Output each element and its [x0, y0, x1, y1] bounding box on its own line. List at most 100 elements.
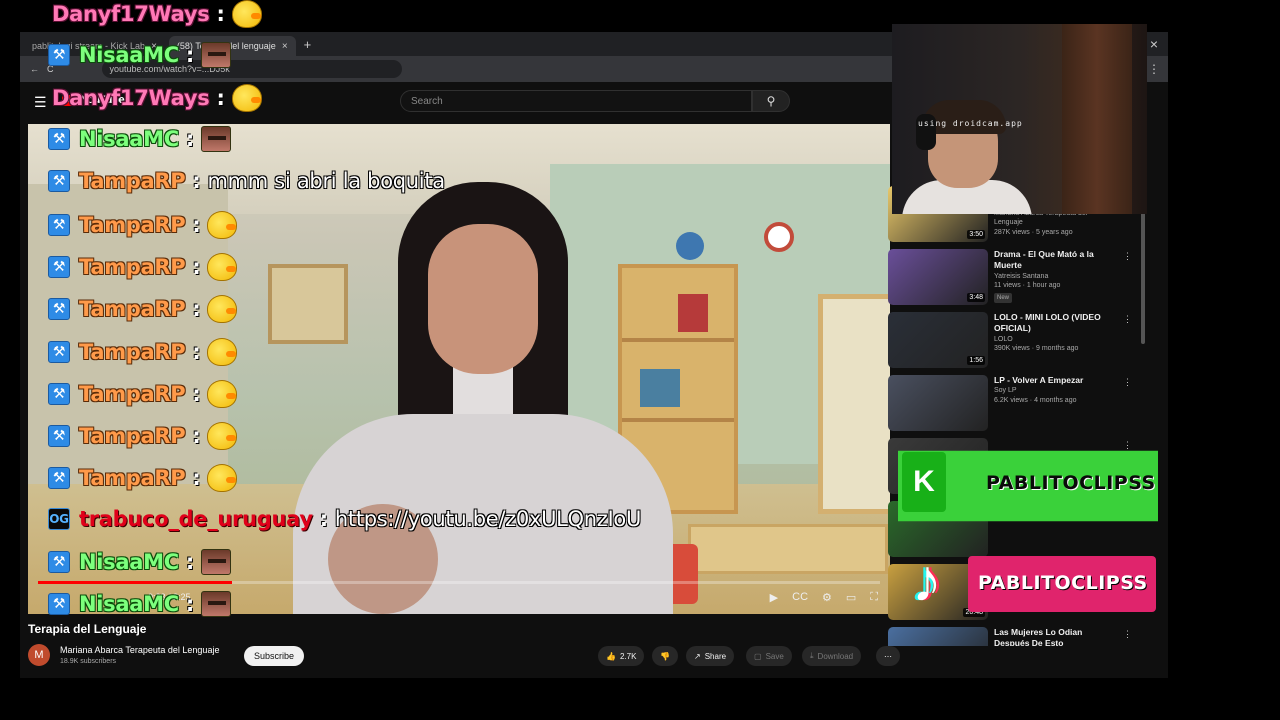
- face-emote-icon: [200, 42, 231, 68]
- recommendation-title[interactable]: LOLO - MINI LOLO (VIDEO OFICIAL): [994, 312, 1118, 335]
- video-thumbnail[interactable]: [888, 375, 988, 431]
- more-vert-icon[interactable]: ⋮: [1123, 251, 1132, 262]
- chat-username[interactable]: TampaRP: [79, 424, 186, 448]
- chat-separator: :: [192, 255, 201, 279]
- chat-message: ⚒ NisaaMC:: [48, 126, 231, 152]
- chat-username[interactable]: TampaRP: [79, 255, 186, 279]
- face-emote-icon: [200, 126, 231, 152]
- recommendation-info: LP - Volver A Empezar Soy LP 6.2K views · …: [994, 375, 1134, 438]
- recommendation-channel[interactable]: LOLO: [994, 335, 1118, 344]
- video-duration: 1:56: [967, 356, 985, 365]
- chat-username[interactable]: TampaRP: [79, 340, 186, 364]
- duck-emote-icon: [207, 464, 238, 492]
- chat-separator: :: [192, 169, 201, 193]
- recommendation-title[interactable]: Las Mujeres Lo Odian Después De Esto: [994, 627, 1118, 646]
- chat-username[interactable]: NisaaMC: [79, 592, 179, 616]
- og-badge-icon: OG: [48, 508, 70, 530]
- chat-separator: :: [192, 382, 201, 406]
- chat-username[interactable]: TampaRP: [79, 466, 186, 490]
- recommendation-channel[interactable]: Soy LP: [994, 386, 1118, 395]
- duck-emote-icon: [207, 295, 238, 323]
- chat-message: OG trabuco_de_uruguay: https://youtu.be/z0…: [48, 507, 641, 531]
- chat-text: https://youtu.be/z0xULQnzIoU: [334, 507, 642, 531]
- window-close-button[interactable]: ×: [1150, 36, 1158, 52]
- more-vert-icon[interactable]: ⋮: [1123, 377, 1132, 388]
- chat-overlay: Danyf17Ways: ⚒ NisaaMC: Danyf17Ways: ⚒ NisaaM…: [0, 0, 900, 700]
- face-emote-icon: [200, 549, 231, 575]
- chat-separator: :: [192, 213, 201, 237]
- moderator-hammer-icon: ⚒: [48, 44, 70, 66]
- recommendation-item[interactable]: LP - Volver A Empezar Soy LP 6.2K views · …: [888, 375, 1134, 438]
- recommendation-info: LOLO - MINI LOLO (VIDEO OFICIAL) LOLO 390K…: [994, 312, 1134, 375]
- moderator-hammer-icon: ⚒: [48, 593, 70, 615]
- chat-username[interactable]: NisaaMC: [79, 43, 179, 67]
- video-thumbnail[interactable]: 1:56: [888, 312, 988, 368]
- chat-separator: :: [319, 507, 328, 531]
- webcam-door: [1062, 24, 1132, 214]
- tiktok-logo-icon: ♪: [912, 546, 942, 614]
- recommendation-title[interactable]: Drama - El Que Mató a la Muerte: [994, 249, 1118, 272]
- chat-username[interactable]: trabuco_de_uruguay: [79, 507, 313, 531]
- chat-username[interactable]: TampaRP: [79, 297, 186, 321]
- chat-separator: :: [185, 550, 194, 574]
- duck-emote-icon: [231, 84, 262, 112]
- recommendation-channel[interactable]: Yatreisis Santana: [994, 272, 1118, 281]
- chat-username[interactable]: TampaRP: [79, 382, 186, 406]
- duck-emote-icon: [207, 338, 238, 366]
- more-vert-icon[interactable]: ⋮: [1123, 314, 1132, 325]
- recommendation-item[interactable]: 1:56 LOLO - MINI LOLO (VIDEO OFICIAL) LOLO…: [888, 312, 1134, 375]
- moderator-hammer-icon: ⚒: [48, 467, 70, 489]
- chat-message: ⚒ NisaaMC:: [48, 549, 231, 575]
- recommendation-meta: 390K views · 9 months ago: [994, 345, 1079, 353]
- chat-separator: :: [216, 86, 225, 110]
- chat-username[interactable]: TampaRP: [79, 213, 186, 237]
- chat-username[interactable]: Danyf17Ways: [52, 2, 210, 26]
- moderator-hammer-icon: ⚒: [48, 551, 70, 573]
- more-vert-icon[interactable]: ⋮: [1123, 629, 1132, 640]
- moderator-hammer-icon: ⚒: [48, 298, 70, 320]
- stream-screen: pablitologi stream - Kick Lab × (58) Ter…: [0, 0, 1280, 720]
- chat-username[interactable]: Danyf17Ways: [52, 86, 210, 110]
- tiktok-channel-name: PABLITOCLIPSS: [978, 572, 1148, 594]
- chat-message: ⚒ TampaRP:: [48, 338, 238, 366]
- chat-message: Danyf17Ways:: [52, 84, 262, 112]
- browser-menu-icon[interactable]: ⋮: [1148, 62, 1160, 76]
- duck-emote-icon: [207, 380, 238, 408]
- chat-message: ⚒ TampaRP:: [48, 464, 238, 492]
- recommendation-meta: 6.2K views · 4 months ago: [994, 396, 1077, 404]
- chat-separator: :: [192, 424, 201, 448]
- video-duration: 3:48: [967, 293, 985, 302]
- recommendation-info: Drama - El Que Mató a la Muerte Yatreisis…: [994, 249, 1134, 312]
- moderator-hammer-icon: ⚒: [48, 425, 70, 447]
- duck-emote-icon: [207, 422, 238, 450]
- duck-emote-icon: [231, 0, 262, 28]
- chat-username[interactable]: TampaRP: [79, 169, 186, 193]
- recommendation-item[interactable]: Las Mujeres Lo Odian Después De Esto ⋮: [888, 627, 1134, 646]
- chat-message: ⚒ TampaRP:: [48, 380, 238, 408]
- chat-separator: :: [216, 2, 225, 26]
- chat-separator: :: [192, 466, 201, 490]
- recommendation-meta: 287K views · 5 years ago: [994, 228, 1073, 236]
- recommendation-title[interactable]: LP - Volver A Empezar: [994, 375, 1118, 386]
- chat-message: ⚒ TampaRP:: [48, 422, 238, 450]
- recommendation-item[interactable]: 3:48 Drama - El Que Mató a la Muerte Yatre…: [888, 249, 1134, 312]
- moderator-hammer-icon: ⚒: [48, 256, 70, 278]
- recommendation-info: Las Mujeres Lo Odian Después De Esto: [994, 627, 1134, 646]
- chat-separator: :: [192, 297, 201, 321]
- more-vert-icon[interactable]: ⋮: [1123, 440, 1132, 451]
- chat-separator: :: [185, 127, 194, 151]
- chat-username[interactable]: NisaaMC: [79, 550, 179, 574]
- moderator-hammer-icon: ⚒: [48, 128, 70, 150]
- recommendation-meta: 11 views · 1 hour ago: [994, 282, 1061, 290]
- twitch-logo-icon: K: [902, 452, 946, 512]
- video-thumbnail[interactable]: 3:48: [888, 249, 988, 305]
- chat-message: ⚒ TampaRP: mmm si abri la boquita: [48, 169, 445, 193]
- moderator-hammer-icon: ⚒: [48, 214, 70, 236]
- chat-username[interactable]: NisaaMC: [79, 127, 179, 151]
- chat-separator: :: [192, 340, 201, 364]
- duck-emote-icon: [207, 211, 238, 239]
- chat-message: ⚒ NisaaMC:: [48, 42, 231, 68]
- new-badge: New: [994, 292, 1013, 303]
- chat-message: Danyf17Ways:: [52, 0, 262, 28]
- video-thumbnail[interactable]: [888, 627, 988, 646]
